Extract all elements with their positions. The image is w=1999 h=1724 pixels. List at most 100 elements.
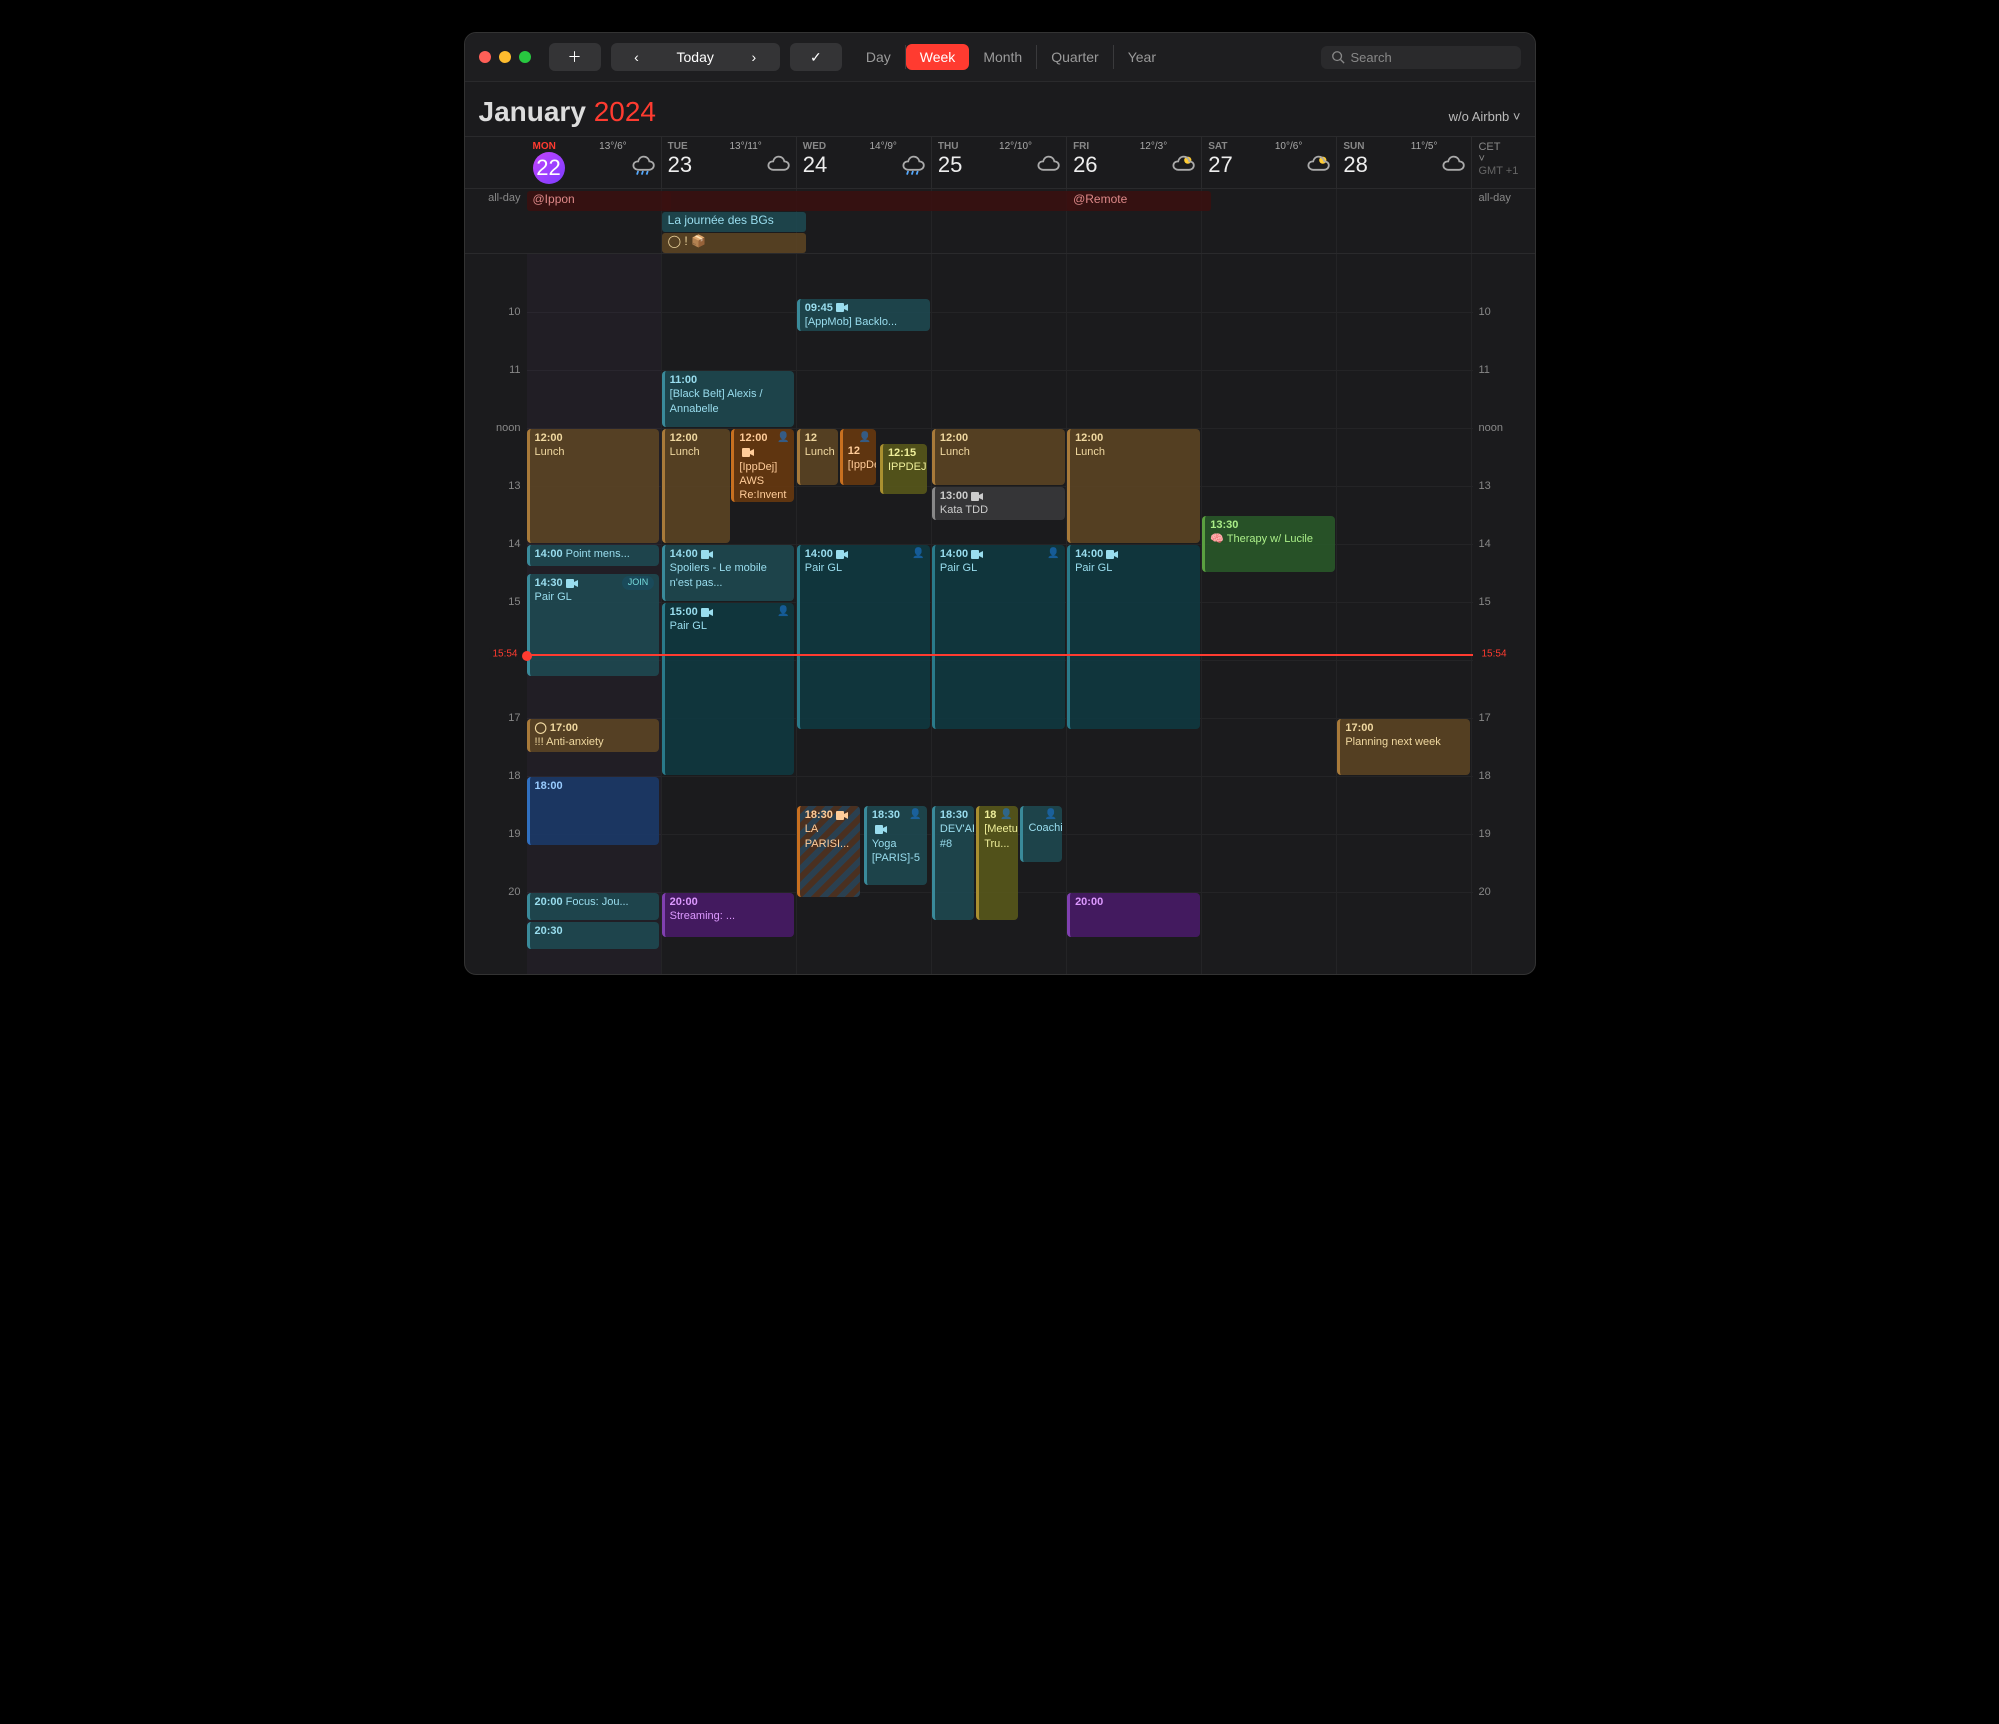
day-number: 28: [1343, 152, 1367, 178]
search-input[interactable]: Search: [1321, 46, 1521, 69]
day-number: 23: [668, 152, 692, 178]
event[interactable]: 18:30LA PARISI...: [797, 806, 860, 897]
event-title: Kata TDD: [940, 503, 1060, 517]
join-button[interactable]: JOIN: [622, 576, 655, 590]
event[interactable]: 11:00[Black Belt] Alexis / Annabelle: [662, 371, 795, 427]
day-head-tue[interactable]: TUE2313°/11°: [662, 137, 797, 188]
people-icon: 👤: [912, 547, 924, 560]
event[interactable]: 14:00Pair GL: [1067, 545, 1200, 729]
next-button[interactable]: ›: [728, 43, 780, 71]
people-icon: 👤: [1045, 808, 1057, 821]
day-column-sat[interactable]: 13:30🧠 Therapy w/ Lucile: [1202, 254, 1337, 974]
allday-event[interactable]: @Ippon: [527, 191, 671, 211]
view-year[interactable]: Year: [1114, 45, 1170, 69]
today-button[interactable]: Today: [667, 43, 724, 71]
day-of-week: WED: [803, 141, 925, 152]
event[interactable]: 👤12[IppDej...: [840, 429, 876, 485]
allday-event[interactable]: La journée des BGs: [662, 212, 806, 232]
event[interactable]: 👤14:00Pair GL: [932, 545, 1065, 729]
search-placeholder: Search: [1351, 50, 1392, 65]
day-temp: 13°/11°: [730, 141, 762, 152]
event[interactable]: 14:00Spoilers - Le mobile n'est pas...: [662, 545, 795, 601]
hour-label: 15: [1479, 596, 1491, 608]
view-day[interactable]: Day: [852, 45, 906, 69]
event-time: 12:15: [888, 447, 916, 459]
event[interactable]: 18:30DEV'APÉRO #8: [932, 806, 974, 920]
timezone-label[interactable]: CET˅ GMT +1: [1472, 137, 1534, 188]
event[interactable]: 👤18:30Yoga [PARIS]-5: [864, 806, 927, 885]
day-column-fri[interactable]: 12:00Lunch14:00Pair GL 20:00: [1067, 254, 1202, 974]
maximize-icon[interactable]: [519, 51, 531, 63]
event-time: 12:00: [670, 432, 698, 444]
allday-event[interactable]: ◯ ! 📦: [662, 233, 806, 253]
event[interactable]: 12:00Lunch: [932, 429, 1065, 485]
event[interactable]: 13:30🧠 Therapy w/ Lucile: [1202, 516, 1335, 572]
view-week[interactable]: Week: [906, 44, 970, 70]
day-column-wed[interactable]: 09:45[AppMob] Backlo... 12Lunch👤12[IppDej…: [797, 254, 932, 974]
hour-label: 18: [508, 770, 520, 782]
event[interactable]: 17:00Planning next week: [1337, 719, 1470, 775]
check-button[interactable]: ✓: [790, 43, 842, 71]
close-icon[interactable]: [479, 51, 491, 63]
search-icon: [1331, 50, 1345, 64]
day-head-fri[interactable]: FRI2612°/3°: [1067, 137, 1202, 188]
people-icon: 👤: [777, 605, 789, 618]
day-temp: 11°/5°: [1411, 141, 1438, 152]
day-head-thu[interactable]: THU2512°/10°: [932, 137, 1067, 188]
view-quarter[interactable]: Quarter: [1037, 45, 1113, 69]
event[interactable]: 20:30: [527, 922, 660, 949]
day-head-sat[interactable]: SAT2710°/6°: [1202, 137, 1337, 188]
day-temp: 14°/9°: [869, 141, 896, 152]
minimize-icon[interactable]: [499, 51, 511, 63]
event[interactable]: 👤14:00Pair GL: [797, 545, 930, 729]
event[interactable]: 12:00Lunch: [1067, 429, 1200, 543]
day-head-sun[interactable]: SUN28 11°/5°: [1337, 137, 1472, 188]
view-switcher: Day Week Month Quarter Year: [852, 44, 1170, 70]
event[interactable]: 👤18[Meetup] Tru...: [976, 806, 1018, 920]
event-time: 17:00: [1345, 722, 1373, 734]
prev-button[interactable]: ‹: [611, 43, 663, 71]
event[interactable]: 20:00Streaming: ...: [662, 893, 795, 937]
event[interactable]: 14:00Point mens...: [527, 545, 660, 566]
event[interactable]: 12:15IPPDEJ...: [880, 444, 927, 494]
day-column-thu[interactable]: 12:00Lunch13:00Kata TDD👤14:00Pair GL18:3…: [932, 254, 1067, 974]
event[interactable]: 20:00: [1067, 893, 1200, 937]
event[interactable]: 12:00Lunch: [527, 429, 660, 543]
day-head-mon[interactable]: MON2213°/6°: [527, 137, 662, 188]
now-dot: [522, 651, 532, 661]
allday-event[interactable]: [662, 191, 1077, 211]
event[interactable]: 09:45[AppMob] Backlo...: [797, 299, 930, 332]
video-icon: [971, 492, 983, 501]
day-of-week: SUN: [1343, 141, 1465, 152]
event[interactable]: 👤12:00[IppDej] AWS Re:Invent Re:C...: [731, 429, 794, 502]
event[interactable]: 18:00: [527, 777, 660, 845]
event[interactable]: 12Lunch: [797, 429, 839, 485]
weather-icon: [1036, 153, 1060, 182]
event-time: 13:00: [940, 490, 968, 502]
day-column-mon[interactable]: 12:00Lunch14:00Point mens... JOIN14:30Pai…: [527, 254, 662, 974]
day-header: MON2213°/6°TUE2313°/11°WED2414°/9°THU251…: [465, 136, 1535, 188]
event-title: Pair GL: [805, 561, 925, 575]
event[interactable]: 👤Coachin...: [1020, 806, 1062, 862]
view-month[interactable]: Month: [969, 45, 1037, 69]
add-button[interactable]: ＋: [549, 43, 601, 71]
event[interactable]: JOIN14:30Pair GL: [527, 574, 660, 676]
event-title: IPPDEJ...: [888, 460, 922, 474]
day-column-tue[interactable]: 11:00[Black Belt] Alexis / Annabelle12:0…: [662, 254, 797, 974]
event[interactable]: 20:00Focus: Jou...: [527, 893, 660, 920]
allday-event[interactable]: @Remote: [1067, 191, 1211, 211]
calendar-filter[interactable]: w/o Airbnb ˅: [1449, 109, 1521, 124]
event[interactable]: 12:00Lunch: [662, 429, 730, 543]
event-title: 🧠 Therapy w/ Lucile: [1210, 532, 1330, 546]
hour-label: noon: [1479, 422, 1503, 434]
day-head-wed[interactable]: WED2414°/9°: [797, 137, 932, 188]
event-title: !!! Anti-anxiety: [535, 735, 655, 749]
event[interactable]: ◯ 17:00!!! Anti-anxiety: [527, 719, 660, 752]
event[interactable]: 👤15:00Pair GL: [662, 603, 795, 775]
event-title: DEV'APÉRO #8: [940, 822, 969, 851]
day-column-sun[interactable]: 17:00Planning next week: [1337, 254, 1472, 974]
weather-icon: [1171, 153, 1195, 182]
event[interactable]: 13:00Kata TDD: [932, 487, 1065, 520]
hour-label: 18: [1479, 770, 1491, 782]
people-icon: 👤: [1047, 547, 1059, 560]
